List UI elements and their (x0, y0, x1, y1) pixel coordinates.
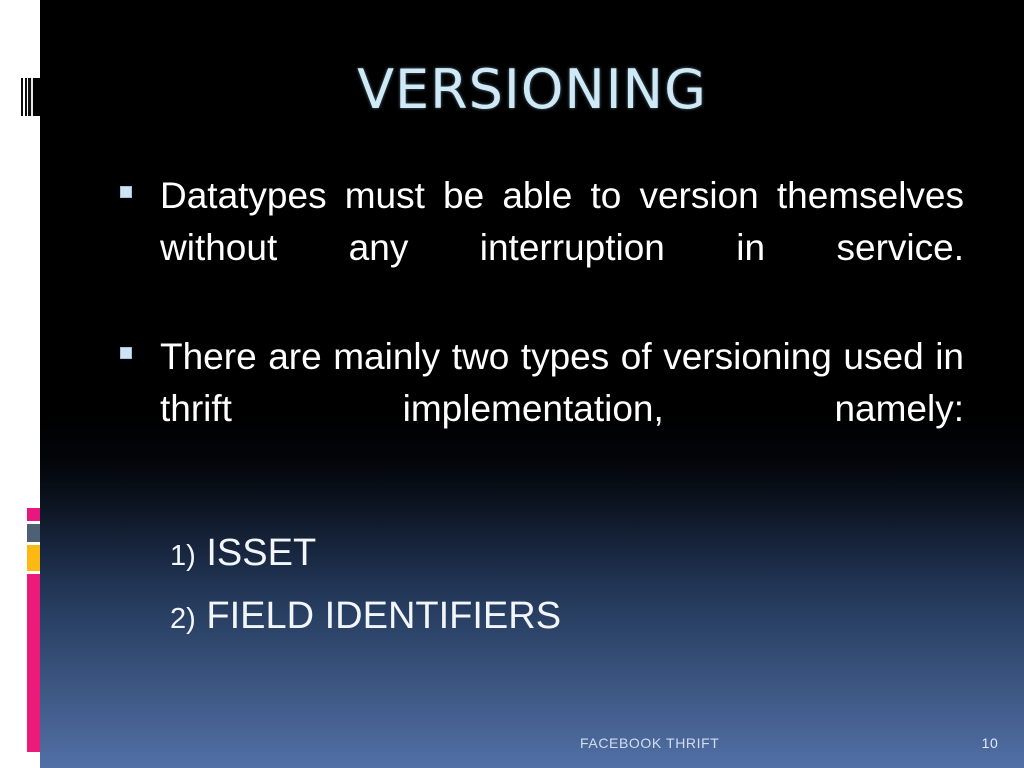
numbered-list-item: 1) ISSET (170, 522, 870, 585)
list-item-text: Datatypes must be able to version themse… (160, 175, 964, 268)
numbered-list-item-number: 2) (170, 602, 196, 635)
list-item: There are mainly two types of versioning… (112, 331, 964, 486)
barcode-icon (21, 78, 40, 116)
bullet-list: Datatypes must be able to version themse… (112, 170, 964, 493)
numbered-list: 1) ISSET 2) FIELD IDENTIFIERS (170, 522, 870, 647)
marker-pink-long (27, 574, 40, 752)
numbered-list-item-number: 1) (170, 540, 196, 572)
square-bullet-icon (120, 186, 132, 198)
slide-canvas: VERSIONING Datatypes must be able to ver… (0, 0, 1024, 768)
list-item-text: There are mainly two types of versioning… (160, 336, 964, 430)
numbered-list-item: 2) FIELD IDENTIFIERS (170, 585, 870, 648)
color-marker-stack (27, 508, 40, 752)
page-number: 10 (981, 735, 999, 751)
marker-pink-small (27, 508, 40, 521)
list-item: Datatypes must be able to version themse… (112, 170, 964, 325)
slide-background: VERSIONING Datatypes must be able to ver… (40, 0, 1024, 768)
square-bullet-icon (120, 347, 132, 360)
footer-label: FACEBOOK THRIFT (580, 735, 720, 751)
marker-slate (27, 524, 40, 542)
numbered-list-item-label: ISSET (206, 532, 317, 574)
numbered-list-item-label: FIELD IDENTIFIERS (206, 594, 562, 637)
page-title: VERSIONING (357, 58, 707, 121)
marker-yellow (27, 545, 40, 571)
